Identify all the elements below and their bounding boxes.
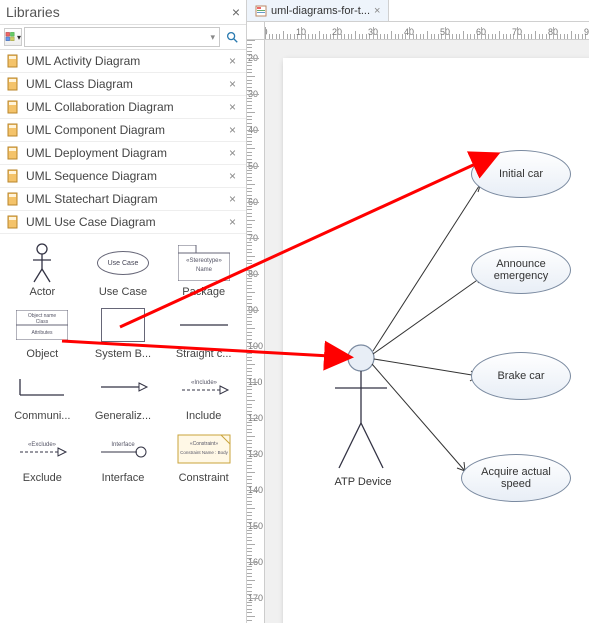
actor-atp-device[interactable] [335,345,387,468]
actor-label: ATP Device [323,476,403,488]
shape-generalization[interactable]: Generaliz... [85,364,162,422]
document-tab-label: uml-diagrams-for-t... [271,5,370,17]
svg-text:«Include»: «Include» [191,380,218,386]
library-item-close-icon[interactable]: × [225,215,240,229]
usecase-brake-car[interactable]: Brake car [471,352,571,400]
tabs: uml-diagrams-for-t... × [247,0,589,22]
library-item-close-icon[interactable]: × [225,77,240,91]
usecase-acquire-speed[interactable]: Acquire actual speed [461,454,571,502]
libraries-panel: Libraries × ▾ ▾ UML Activity Diagram×UML… [0,0,247,623]
book-icon [6,100,20,114]
library-item-close-icon[interactable]: × [225,146,240,160]
search-input[interactable]: ▾ [24,27,220,47]
library-item[interactable]: UML Component Diagram× [0,119,246,142]
close-icon[interactable]: × [232,4,240,20]
svg-text:«Stereotype»: «Stereotype» [186,258,222,264]
book-icon [6,169,20,183]
book-icon [6,77,20,91]
svg-text:«Constraint»: «Constraint» [189,441,218,447]
shape-package[interactable]: «Stereotype»Name Package [165,240,242,298]
svg-text:Constraint Name : Body: Constraint Name : Body [180,450,229,455]
library-item-label: UML Activity Diagram [26,54,225,68]
library-item-label: UML Sequence Diagram [26,169,225,183]
search-icon[interactable] [222,27,242,47]
library-list: UML Activity Diagram×UML Class Diagram×U… [0,50,246,234]
library-item-label: UML Use Case Diagram [26,215,225,229]
library-item-close-icon[interactable]: × [225,54,240,68]
usecase-initial-car[interactable]: Initial car [471,150,571,198]
svg-text:Attributes: Attributes [32,330,54,336]
shape-object[interactable]: Object nameClassAttributes Object [4,302,81,360]
ruler-vertical[interactable]: 2030405060708090100110120130140150160170… [247,40,265,623]
library-item-close-icon[interactable]: × [225,100,240,114]
svg-text:Class: Class [36,319,49,325]
shape-usecase[interactable]: Use Case Use Case [85,240,162,298]
library-item-close-icon[interactable]: × [225,169,240,183]
svg-text:Name: Name [196,267,213,273]
usecase-announce-emergency[interactable]: Announce emergency [471,246,571,294]
shape-straight-connector[interactable]: Straight c... [165,302,242,360]
library-item[interactable]: UML Statechart Diagram× [0,188,246,211]
page: Initial car Announce emergency Brake car… [283,58,589,623]
canvas[interactable]: Initial car Announce emergency Brake car… [265,40,589,623]
library-item[interactable]: UML Collaboration Diagram× [0,96,246,119]
library-item-close-icon[interactable]: × [225,123,240,137]
book-icon [6,123,20,137]
library-item[interactable]: UML Activity Diagram× [0,50,246,73]
tab-close-icon[interactable]: × [374,5,380,17]
svg-text:«Exclude»: «Exclude» [28,442,57,448]
document-icon [255,5,267,17]
library-item[interactable]: UML Class Diagram× [0,73,246,96]
library-item[interactable]: UML Sequence Diagram× [0,165,246,188]
shape-palette: Actor Use Case Use Case «Stereotype» Name… [0,234,246,488]
shape-actor[interactable]: Actor [4,240,81,298]
book-icon [6,146,20,160]
library-item-label: UML Component Diagram [26,123,225,137]
ruler-horizontal[interactable]: 0102030405060708090 [265,22,589,40]
shape-interface[interactable]: Interface Interface [85,426,162,484]
ruler-corner [247,22,265,40]
panel-title: Libraries [6,4,232,20]
library-item-label: UML Deployment Diagram [26,146,225,160]
shape-exclude[interactable]: «Exclude» Exclude [4,426,81,484]
shape-constraint[interactable]: «Constraint»Constraint Name : Body Const… [165,426,242,484]
book-icon [6,215,20,229]
document-tab[interactable]: uml-diagrams-for-t... × [247,0,389,21]
library-item-label: UML Class Diagram [26,77,225,91]
shape-include[interactable]: «Include» Include [165,364,242,422]
library-item-close-icon[interactable]: × [225,192,240,206]
shape-communication[interactable]: Communi... [4,364,81,422]
library-item-label: UML Collaboration Diagram [26,100,225,114]
library-item-label: UML Statechart Diagram [26,192,225,206]
library-item[interactable]: UML Deployment Diagram× [0,142,246,165]
svg-text:Interface: Interface [111,442,135,448]
book-icon [6,54,20,68]
book-icon [6,192,20,206]
library-menu-button[interactable]: ▾ [4,28,22,46]
library-item[interactable]: UML Use Case Diagram× [0,211,246,234]
shape-system-boundary[interactable]: System B... [85,302,162,360]
